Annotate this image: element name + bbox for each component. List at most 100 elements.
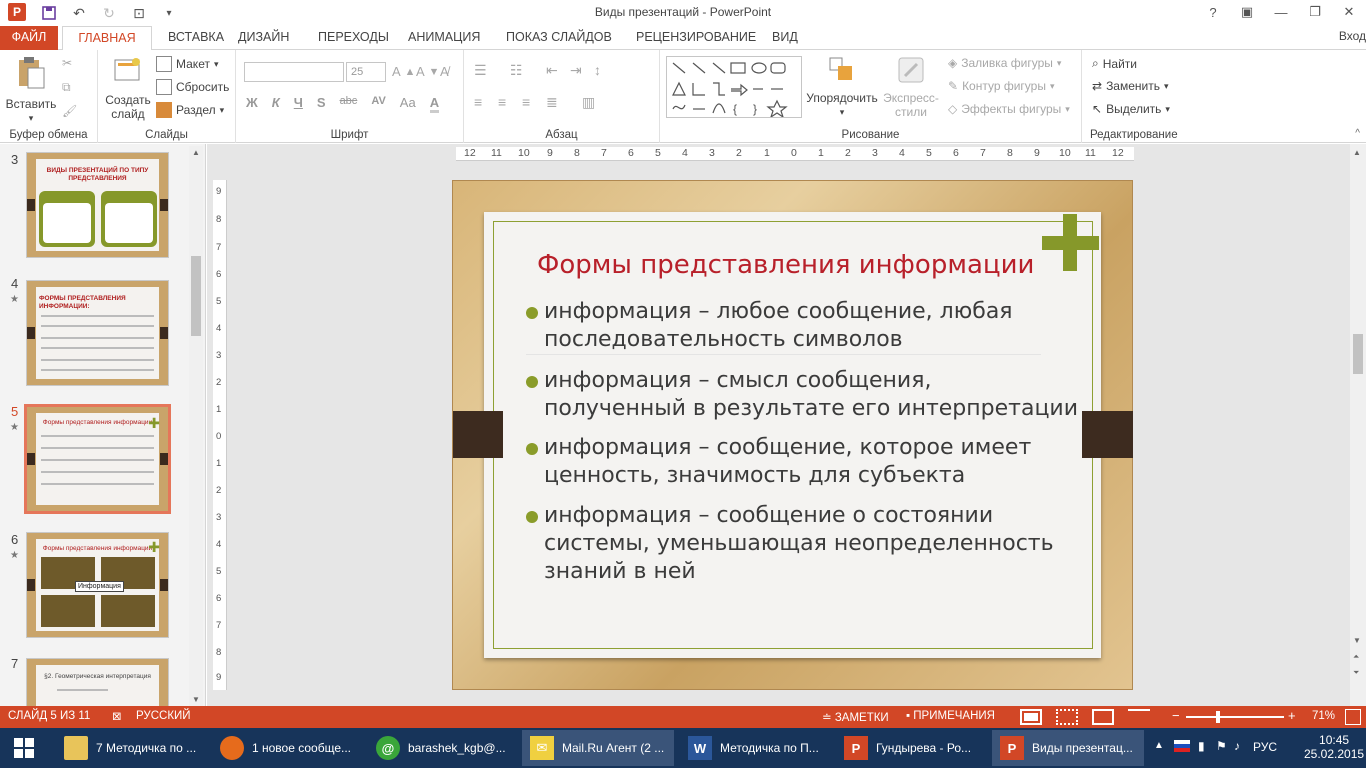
flag-icon[interactable] [1174,740,1190,768]
taskbar-item[interactable]: @ barashek_kgb@... [368,730,518,766]
paste-button[interactable]: Вставить ▾ [4,56,58,125]
ribbon-display-icon[interactable]: ▣ [1230,0,1264,24]
char-spacing-button[interactable]: AV [371,95,385,113]
align-left-icon[interactable]: ≡ [474,94,482,110]
reading-view-icon[interactable] [1092,709,1114,725]
columns-icon[interactable]: ▥ [582,94,595,111]
align-center-icon[interactable]: ≡ [498,94,506,110]
slide-title[interactable]: Формы представления информации [537,250,1034,280]
scroll-up-icon[interactable]: ▲ [192,148,200,157]
help-icon[interactable]: ? [1196,0,1230,24]
bold-button[interactable]: Ж [246,95,258,113]
scroll-down-icon[interactable]: ▼ [192,695,200,704]
thumbnail-slide-4[interactable]: ФОРМЫ ПРЕДСТАВЛЕНИЯ ИНФОРМАЦИИ: [26,280,169,386]
flag-action-icon[interactable]: ⚑ [1216,739,1227,768]
layout-button[interactable]: Макет ▾ [156,56,219,72]
font-color-button[interactable]: A [429,95,440,113]
shape-fill-button[interactable]: ◈ Заливка фигуры ▾ [948,56,1061,70]
select-button[interactable]: ↖ Выделить ▾ [1092,102,1170,116]
bullet-item[interactable]: информация – смысл сообщения, полученный… [526,367,1086,423]
tab-slideshow[interactable]: ПОКАЗ СЛАЙДОВ [496,26,622,50]
next-slide-icon[interactable]: ⏷ [1353,668,1359,678]
close-button[interactable]: ✕ [1332,0,1366,24]
input-language[interactable]: РУС [1253,740,1277,768]
taskbar-item[interactable]: P Виды презентац... [992,730,1144,766]
shape-effects-button[interactable]: ◇ Эффекты фигуры ▾ [948,102,1070,116]
bullet-item[interactable]: информация – сообщение, которое имеет це… [526,434,1086,490]
bullet-item[interactable]: информация – любое сообщение, любая посл… [526,298,1086,354]
justify-icon[interactable]: ≣ [546,94,558,111]
grow-font-icon[interactable]: A ▲ [392,64,415,79]
align-right-icon[interactable]: ≡ [522,94,530,110]
numbering-icon[interactable]: ☷ [510,62,523,79]
shadow-button[interactable]: S [317,95,326,113]
reset-button[interactable]: Сбросить [156,79,229,95]
tab-file[interactable]: ФАЙЛ [0,26,58,50]
find-button[interactable]: ⌕ Найти [1092,56,1137,71]
new-slide-button[interactable]: Создать слайд [102,56,154,121]
sign-in-link[interactable]: Вход [1339,29,1366,43]
comments-button[interactable]: ▪ ПРИМЕЧАНИЯ [906,710,995,722]
increase-indent-icon[interactable]: ⇥ [570,62,582,79]
thumbnails-scrollbar[interactable]: ▲ ▼ [189,146,203,706]
taskbar-item[interactable]: W Методичка по П... [680,730,832,766]
slide-sorter-icon[interactable] [1056,709,1078,725]
tab-review[interactable]: РЕЦЕНЗИРОВАНИЕ [626,26,766,50]
slide-scrollbar[interactable]: ▲ ▼ ⏶ ⏷ [1350,144,1366,706]
decrease-indent-icon[interactable]: ⇤ [546,62,558,79]
section-button[interactable]: Раздел ▾ [156,102,224,118]
tab-animation[interactable]: АНИМАЦИЯ [398,26,490,50]
restore-button[interactable]: ❐ [1298,0,1332,24]
shapes-gallery[interactable]: {} [666,56,802,119]
volume-icon[interactable]: ♪ [1234,739,1240,768]
bullets-icon[interactable]: ☰ [474,62,487,79]
strike-button[interactable]: abc [340,95,358,113]
replace-button[interactable]: ⇄ Заменить ▾ [1092,79,1169,93]
slideshow-view-icon[interactable] [1128,709,1150,725]
line-spacing-icon[interactable]: ↕ [594,62,601,78]
spellcheck-icon[interactable]: ⊠ [112,709,122,723]
zoom-slider-knob[interactable] [1216,711,1220,723]
shrink-font-icon[interactable]: A ▼ [416,64,439,79]
notes-button[interactable]: ≐ ЗАМЕТКИ [822,710,889,724]
italic-button[interactable]: К [272,95,280,113]
show-hidden-icons[interactable]: ▲ [1154,740,1164,768]
normal-view-icon[interactable] [1020,709,1042,725]
zoom-out-icon[interactable]: − [1172,708,1180,723]
bullet-item[interactable]: информация – сообщение о состоянии систе… [526,502,1086,586]
thumbnail-slide-7[interactable]: §2. Геометрическая интерпретация [26,658,169,706]
shape-outline-button[interactable]: ✎ Контур фигуры ▾ [948,79,1055,93]
thumbnail-slide-5[interactable]: Формы представления информации ✚ [24,404,171,514]
taskbar-item[interactable]: ✉ Mail.Ru Агент (2 ... [522,730,674,766]
change-case-button[interactable]: Aa [400,95,416,113]
tab-insert[interactable]: ВСТАВКА [158,26,234,50]
collapse-ribbon-icon[interactable]: ^ [1355,128,1360,139]
scroll-up-icon[interactable]: ▲ [1353,148,1361,157]
clock[interactable]: 10:45 25.02.2015 [1304,733,1364,768]
font-name-box[interactable] [244,62,344,82]
tab-home[interactable]: ГЛАВНАЯ [62,26,152,51]
clear-format-icon[interactable]: A̸ [440,64,449,79]
format-painter-icon[interactable]: 🖌 [62,104,77,118]
slide-scroll-thumb[interactable] [1353,334,1363,374]
zoom-slider[interactable] [1186,716,1284,718]
zoom-in-icon[interactable]: + [1288,708,1296,723]
taskbar-item[interactable]: 1 новое сообще... [212,730,362,766]
zoom-level[interactable]: 71% [1312,710,1335,722]
cut-icon[interactable]: ✂ [62,56,72,70]
arrange-button[interactable]: Упорядочить ▾ [804,56,880,119]
font-size-box[interactable]: 25 [346,62,386,82]
tab-transitions[interactable]: ПЕРЕХОДЫ [308,26,399,50]
underline-button[interactable]: Ч [294,95,303,113]
tab-view[interactable]: ВИД [762,26,808,50]
copy-icon[interactable]: ⧉ [62,80,71,95]
thumbnail-slide-6[interactable]: Формы представления информации ✚ Информа… [26,532,169,638]
language-indicator[interactable]: РУССКИЙ [136,710,191,722]
tab-design[interactable]: ДИЗАЙН [228,26,299,50]
scroll-down-icon[interactable]: ▼ [1353,636,1361,645]
thumbnails-scroll-thumb[interactable] [191,256,201,336]
minimize-button[interactable]: — [1264,0,1298,24]
taskbar-item[interactable]: 7 Методичка по ... [56,730,206,766]
quick-styles-button[interactable]: Экспресс-стили [878,56,944,119]
thumbnail-slide-3[interactable]: ВИДЫ ПРЕЗЕНТАЦИЙ ПО ТИПУ ПРЕДСТАВЛЕНИЯ [26,152,169,258]
